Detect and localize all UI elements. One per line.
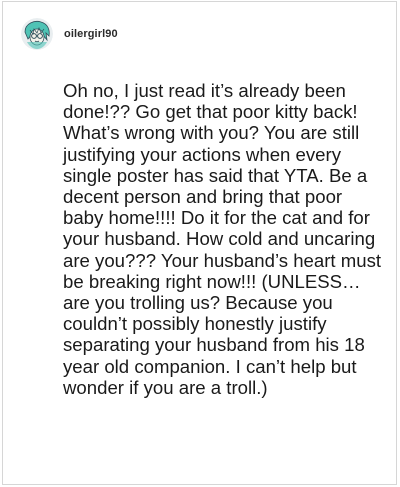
teal-cartoon-character-avatar-icon bbox=[21, 18, 53, 50]
comment-text: Oh no, I just read it’s already been don… bbox=[63, 80, 382, 398]
comment-card: oilergirl90 Oh no, I just read it’s alre… bbox=[2, 1, 397, 485]
username[interactable]: oilergirl90 bbox=[64, 28, 118, 40]
comment-header: oilergirl90 bbox=[21, 16, 118, 52]
avatar[interactable] bbox=[21, 18, 53, 50]
